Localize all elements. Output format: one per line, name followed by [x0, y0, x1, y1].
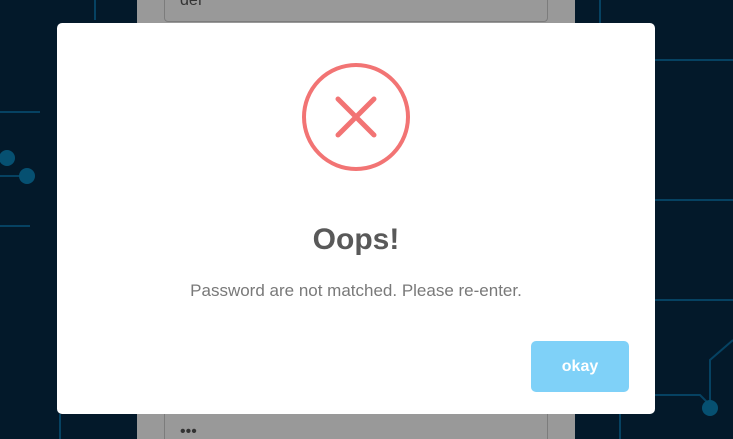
- error-x-icon: [302, 63, 410, 171]
- error-dialog: Oops! Password are not matched. Please r…: [57, 23, 655, 414]
- dialog-title: Oops!: [312, 223, 400, 256]
- page-background: def ••• Oops! Password are not matched. …: [0, 0, 733, 439]
- okay-button[interactable]: okay: [531, 341, 629, 392]
- dialog-message: Password are not matched. Please re-ente…: [190, 281, 522, 300]
